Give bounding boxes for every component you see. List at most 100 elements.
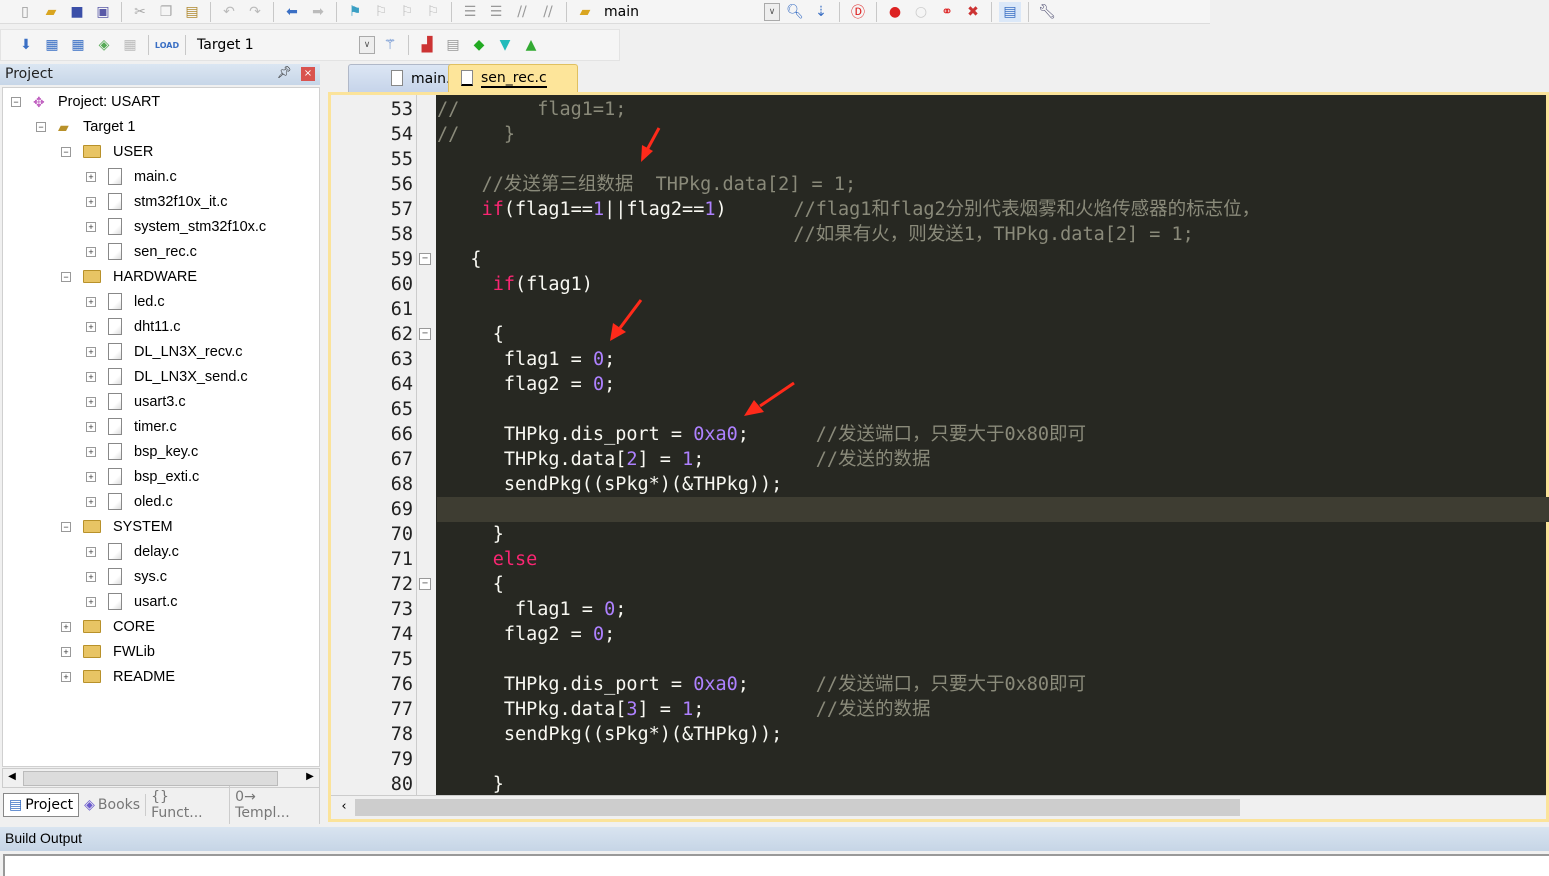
tree-item[interactable]: + led.c [86,289,165,314]
code-line[interactable]: 54 // } [331,122,1549,147]
tree-item[interactable]: + system_stm32f10x.c [86,214,266,239]
tree-item[interactable]: + oled.c [86,489,173,514]
expand-icon[interactable]: + [61,646,71,657]
expand-icon[interactable]: + [61,621,71,632]
tree-item[interactable]: + FWLib [61,639,155,664]
collapse-icon[interactable]: − [11,96,21,107]
code-line[interactable]: 76 THPkg.dis_port = 0xa0; //发送端口，只要大于0x8… [331,672,1549,697]
pin-icon[interactable]: 📌︎ [277,65,292,79]
find-combo[interactable]: main ∨ [600,0,780,23]
code-line[interactable]: 73 flag1 = 0; [331,597,1549,622]
tab-functions[interactable]: {} Funct... [146,786,231,824]
software-packs-icon[interactable]: ▲ [520,35,542,55]
copy-icon[interactable]: ❐ [155,2,177,22]
expand-icon[interactable]: + [86,446,96,457]
target-select[interactable]: Target 1 ∨ [193,34,375,56]
find-icon[interactable]: ⇣ [810,2,832,22]
chevron-down-icon[interactable]: ∨ [764,2,780,21]
expand-icon[interactable]: + [86,371,96,382]
tree-item[interactable]: + stm32f10x_it.c [86,189,228,214]
navigate-forward-icon[interactable]: ➡ [307,2,329,22]
clear-bookmarks-icon[interactable]: ⚐ [422,2,444,22]
code-line[interactable]: 61 [331,297,1549,322]
code-line[interactable]: 79 [331,747,1549,772]
scrollbar-thumb[interactable] [355,799,1240,816]
breakpoint-icon[interactable]: ● [884,2,906,22]
expand-icon[interactable]: + [86,396,96,407]
code-lines[interactable]: 53// flag1=1; 54// } 55 56 //发送第三组数据 THPkg.… [331,97,1549,797]
code-line[interactable]: 66 THPkg.dis_port = 0xa0; //发送端口，只要大于0x8… [331,422,1549,447]
disable-all-breakpoints-icon[interactable]: ⚭ [936,2,958,22]
expand-icon[interactable]: + [86,596,96,607]
tab-books[interactable]: ◈ Books [79,794,147,816]
translate-icon[interactable]: ⬇ [15,35,37,55]
code-line[interactable]: 58 //如果有火，则发送1，THPkg.data[2] = 1; [331,222,1549,247]
manage-rte-icon[interactable]: ◆ [468,35,490,55]
collapse-icon[interactable]: − [61,521,71,532]
undo-icon[interactable]: ↶ [218,2,240,22]
build-output-pane[interactable] [3,854,1549,876]
tree-item[interactable]: + README [61,664,175,689]
code-line[interactable]: 53 // flag1=1; [331,97,1549,122]
tab-templates[interactable]: 0→ Templ... [230,786,320,824]
expand-icon[interactable]: + [86,196,96,207]
chevron-down-icon[interactable]: ∨ [359,36,375,54]
save-all-icon[interactable]: ▣ [92,2,114,22]
code-line[interactable]: 55 [331,147,1549,172]
next-bookmark-icon[interactable]: ⚐ [396,2,418,22]
uncomment-icon[interactable]: // [537,2,559,22]
paste-icon[interactable]: ▤ [181,2,203,22]
debug-session-icon[interactable]: Ⓓ [847,2,869,22]
expand-icon[interactable]: + [86,546,96,557]
scroll-right-icon[interactable]: ▶ [303,771,317,782]
stop-build-icon[interactable]: ▦ [119,35,141,55]
code-line[interactable]: 72− { [331,572,1549,597]
tree-item[interactable]: + bsp_exti.c [86,464,199,489]
code-line[interactable]: 57 if(flag1==1||flag2==1) //flag1和flag2分… [331,197,1549,222]
code-line[interactable]: 75 [331,647,1549,672]
tree-item[interactable]: − HARDWARE [61,264,197,289]
collapse-icon[interactable]: − [61,271,71,282]
scroll-left-icon[interactable]: ◀ [5,771,19,782]
code-line[interactable]: 80 } [331,772,1549,797]
code-line[interactable]: 69 [331,497,1549,522]
expand-icon[interactable]: + [61,671,71,682]
code-line[interactable]: 65 [331,397,1549,422]
kill-all-breakpoints-icon[interactable]: ✖ [962,2,984,22]
tree-item[interactable]: + usart.c [86,589,178,614]
editor-horizontal-scrollbar[interactable]: ‹ [331,795,1546,819]
tree-item[interactable]: + usart3.c [86,389,186,414]
find-in-files-icon[interactable]: ▰ [574,2,596,22]
tree-item[interactable]: + main.c [86,164,177,189]
tree-item[interactable]: − SYSTEM [61,514,173,539]
new-file-icon[interactable]: ▯ [14,2,36,22]
tree-item[interactable]: + DL_LN3X_send.c [86,364,248,389]
expand-icon[interactable]: + [86,496,96,507]
scroll-left-icon[interactable]: ‹ [337,799,351,814]
bookmark-icon[interactable]: ⚑ [344,2,366,22]
code-line[interactable]: 78 sendPkg((sPkg*)(&THPkg)); [331,722,1549,747]
unindent-icon[interactable]: ☰ [485,2,507,22]
fold-collapse-icon[interactable]: − [419,578,431,590]
code-line[interactable]: 71 else [331,547,1549,572]
expand-icon[interactable]: + [86,346,96,357]
tree-item[interactable]: − ▰ Target 1 [36,114,135,139]
code-line[interactable]: 59− { [331,247,1549,272]
code-line[interactable]: 74 flag2 = 0; [331,622,1549,647]
tree-item[interactable]: + delay.c [86,539,179,564]
build-icon[interactable]: ▦ [41,35,63,55]
tree-item[interactable]: + timer.c [86,414,177,439]
batch-build-icon[interactable]: ◈ [93,35,115,55]
tree-item[interactable]: + dht11.c [86,314,181,339]
redo-icon[interactable]: ↷ [244,2,266,22]
select-packs-icon[interactable]: ▤ [442,35,464,55]
code-line[interactable]: 68 sendPkg((sPkg*)(&THPkg)); [331,472,1549,497]
cut-icon[interactable]: ✂ [129,2,151,22]
code-line[interactable]: 64 flag2 = 0; [331,372,1549,397]
collapse-icon[interactable]: − [36,121,46,132]
tree-item[interactable]: − ✥ Project: USART [11,89,160,114]
code-line[interactable]: 77 THPkg.data[3] = 1; //发送的数据 [331,697,1549,722]
expand-icon[interactable]: + [86,421,96,432]
configure-wrench-icon[interactable]: 🔧︎ [1036,2,1058,22]
code-line[interactable]: 70 } [331,522,1549,547]
